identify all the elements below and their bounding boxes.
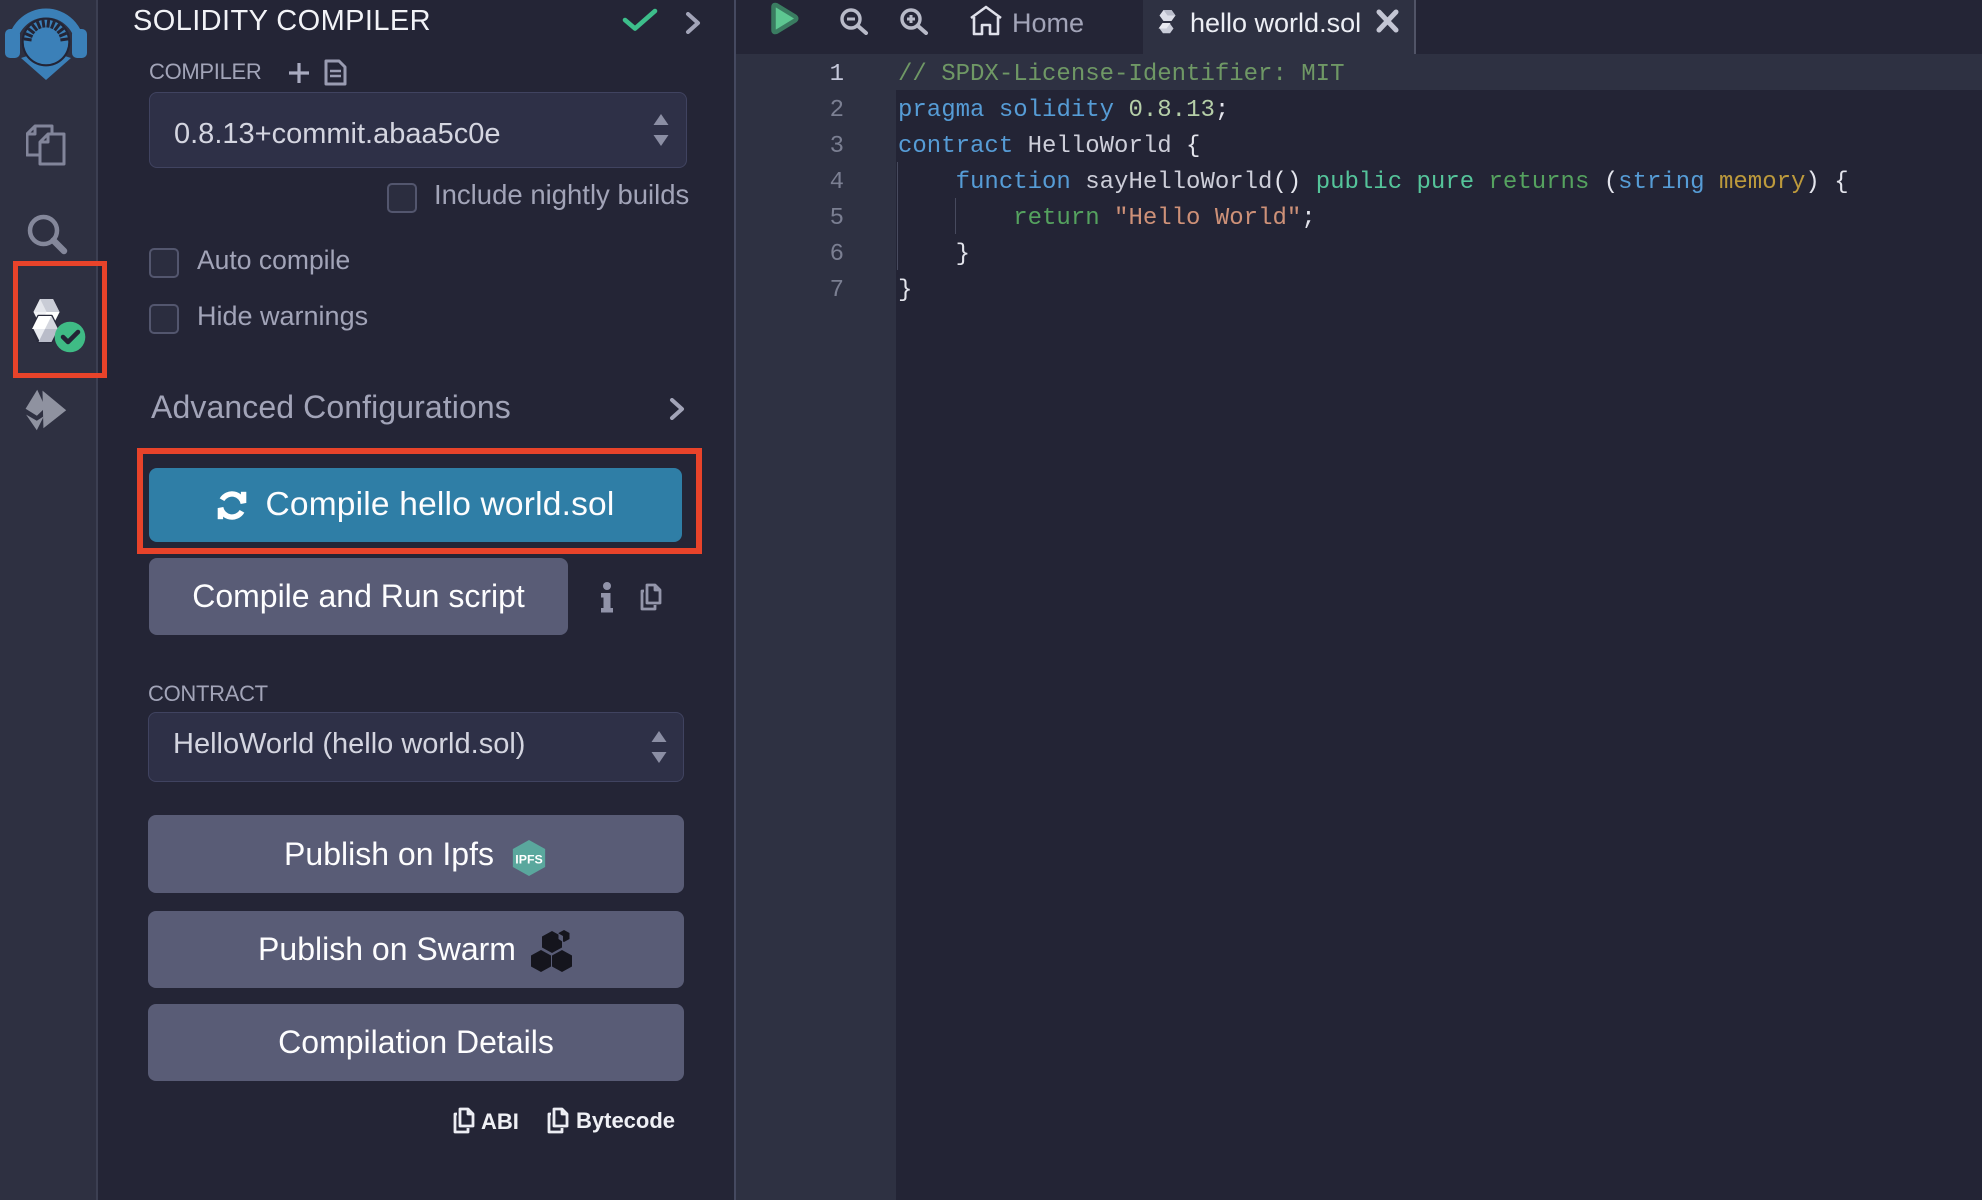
svg-text:IPFS: IPFS	[515, 853, 542, 867]
